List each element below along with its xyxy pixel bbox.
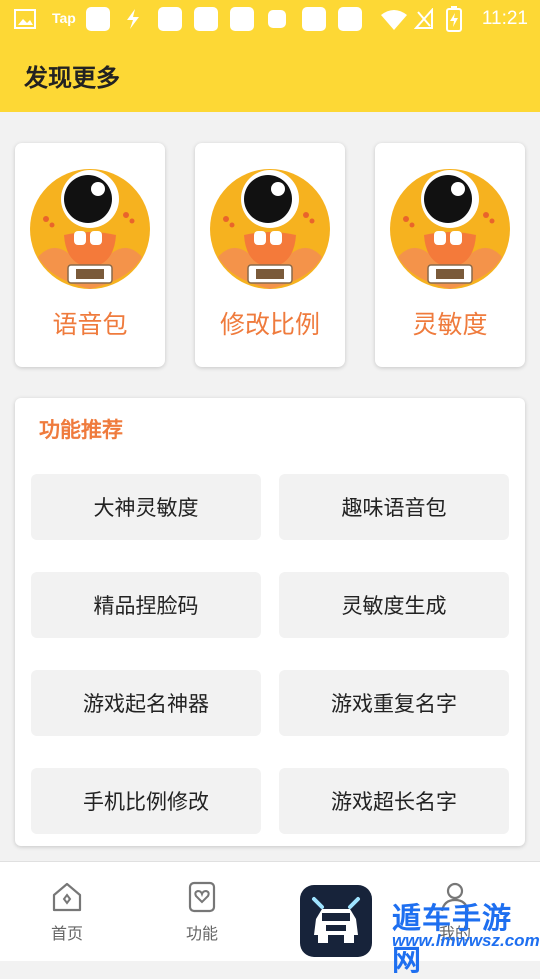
watermark: 遁车手游网 www.lmwwsz.com: [392, 895, 540, 977]
nav-item-home[interactable]: 首页: [32, 880, 102, 944]
recommended-functions-panel: 功能推荐 大神灵敏度 趣味语音包 精品捏脸码 灵敏度生成 游戏起名神器 游戏重复…: [15, 398, 525, 846]
nav-item-functions[interactable]: 功能: [167, 880, 237, 944]
app-header: 发现更多: [0, 38, 540, 112]
function-button[interactable]: 趣味语音包: [279, 474, 509, 540]
function-button[interactable]: 精品捏脸码: [31, 572, 261, 638]
status-bar: Tap 11:21: [0, 0, 540, 38]
battery-charging-icon: [446, 6, 462, 32]
wifi-icon: [381, 10, 407, 30]
notification-icon: [86, 7, 110, 31]
function-button[interactable]: 手机比例修改: [31, 768, 261, 834]
clock-text: 11:21: [481, 8, 528, 29]
notification-icon: [268, 10, 286, 28]
function-button[interactable]: 灵敏度生成: [279, 572, 509, 638]
home-icon: [52, 882, 82, 912]
function-button[interactable]: 游戏起名神器: [31, 670, 261, 736]
panel-title: 功能推荐: [39, 418, 123, 442]
page-title: 发现更多: [24, 64, 120, 92]
heart-card-icon: [188, 881, 216, 913]
function-button[interactable]: 游戏超长名字: [279, 768, 509, 834]
mascot-icon: [30, 169, 150, 289]
notification-icon: [158, 7, 182, 31]
car-icon: [312, 897, 360, 943]
nav-label: 首页: [50, 924, 83, 943]
card-label: 修改比例: [219, 310, 320, 339]
card-voice-pack[interactable]: 语音包: [15, 143, 165, 367]
notification-icon: [302, 7, 326, 31]
nav-label: 功能: [185, 924, 218, 943]
watermark-url: www.lmwwsz.com: [392, 931, 540, 950]
card-sensitivity[interactable]: 灵敏度: [375, 143, 525, 367]
notification-icon: [230, 7, 254, 31]
lightning-icon: [127, 9, 139, 29]
mascot-icon: [390, 169, 510, 289]
car-app-icon: [300, 885, 372, 957]
card-modify-ratio[interactable]: 修改比例: [195, 143, 345, 367]
function-button[interactable]: 游戏重复名字: [279, 670, 509, 736]
carrier-text: Tap: [52, 10, 76, 26]
function-button[interactable]: 大神灵敏度: [31, 474, 261, 540]
mascot-icon: [210, 169, 330, 289]
card-label: 语音包: [52, 310, 128, 339]
notification-icon: [194, 7, 218, 31]
notification-icon: [338, 7, 362, 31]
no-sim-icon: [414, 8, 433, 29]
image-icon: [14, 9, 36, 29]
card-label: 灵敏度: [412, 310, 488, 339]
